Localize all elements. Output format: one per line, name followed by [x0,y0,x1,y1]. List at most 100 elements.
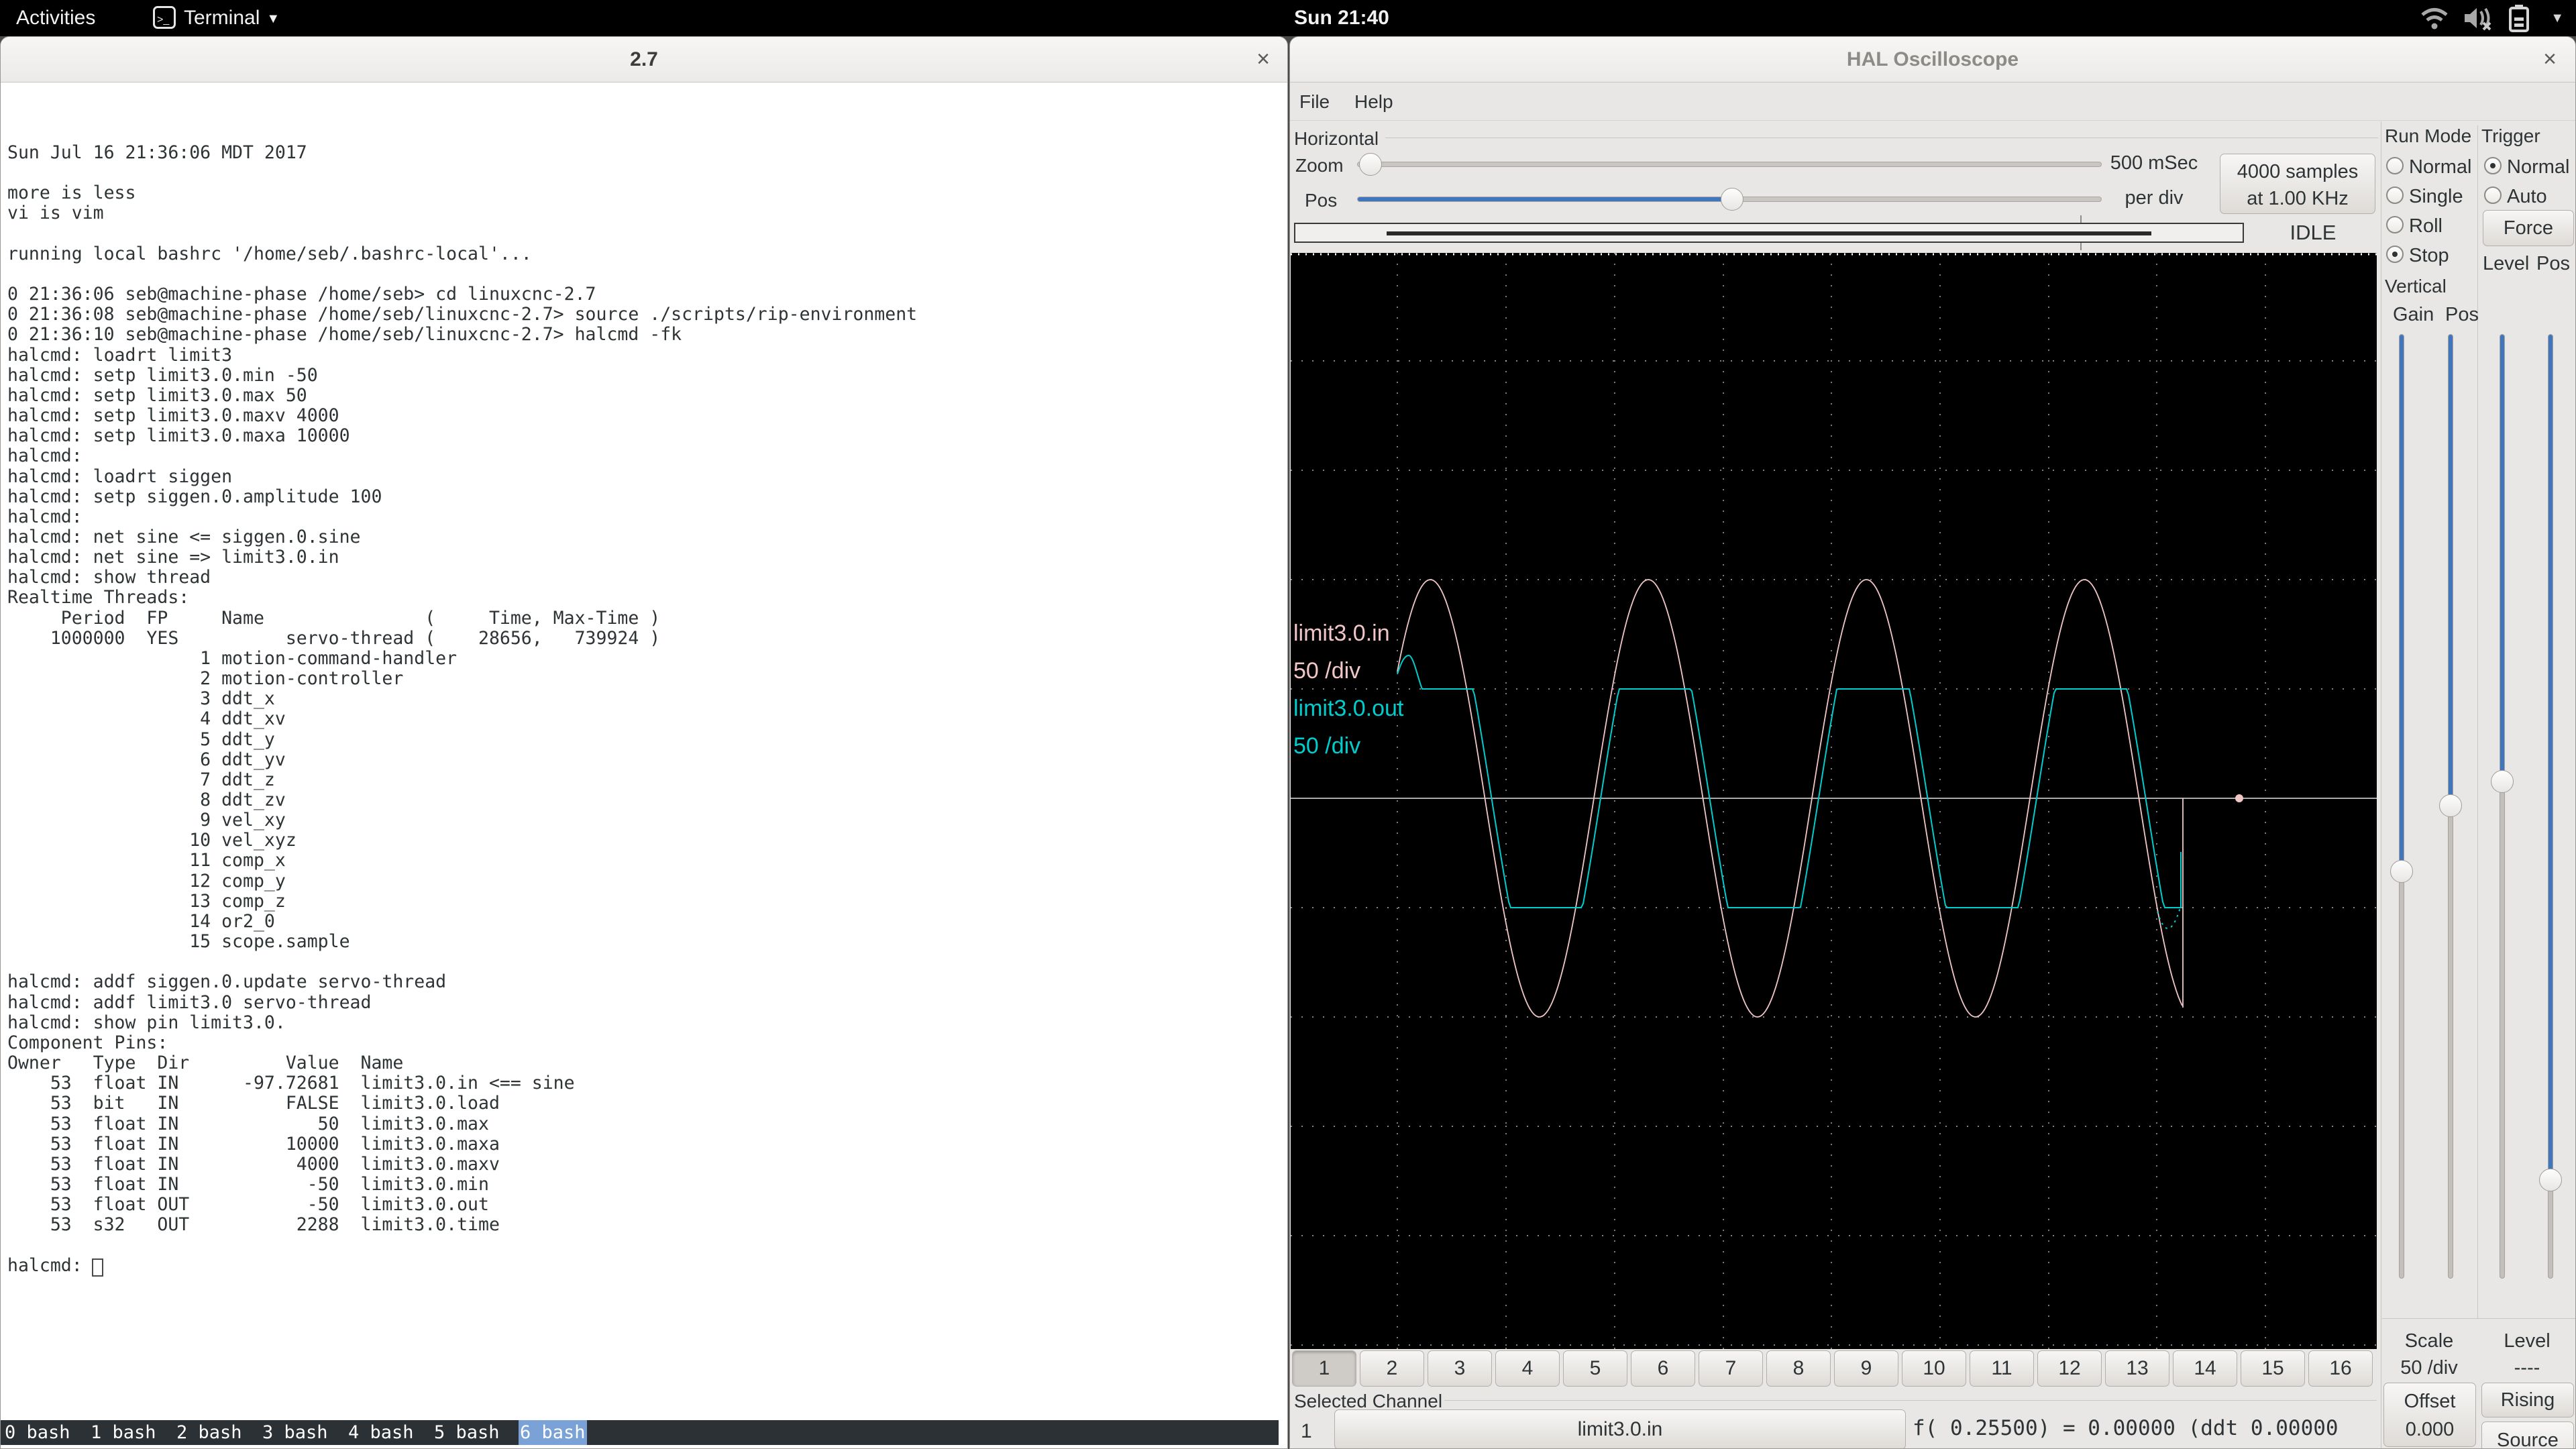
channel-button-16[interactable]: 16 [2308,1350,2373,1387]
trigger-level-slider[interactable] [2500,334,2505,1279]
runmode-label-single[interactable]: Single [2409,186,2463,208]
channel-button-10[interactable]: 10 [1902,1350,1966,1387]
gain-slider-handle[interactable] [2390,860,2413,883]
tab-6-bash-active[interactable]: 6 bash [519,1420,587,1445]
trigger-pos-slider[interactable] [2548,334,2553,1279]
channel-button-13[interactable]: 13 [2105,1350,2169,1387]
terminal-cursor [92,1258,103,1277]
channel-button-14[interactable]: 14 [2173,1350,2237,1387]
trigger-level-handle[interactable] [2491,770,2514,793]
activities-button[interactable]: Activities [16,0,95,36]
battery-icon [2509,4,2529,32]
runmode-radio-single[interactable] [2386,186,2404,204]
tab-5-bash[interactable]: 5 bash [433,1420,501,1445]
trigger-source-button[interactable]: Source None [2481,1421,2574,1449]
menu-help[interactable]: Help [1354,83,1393,121]
channel1-scale-label: 50 /div [1293,658,1360,684]
runmode-radio-stop[interactable] [2386,246,2404,263]
scope-waveform-plot [1291,253,2377,1349]
hal-menubar: File Help [1290,83,2575,121]
runmode-radio-roll[interactable] [2386,216,2404,233]
horizontal-group-label: Horizontal [1294,128,1379,150]
clock[interactable]: Sun 21:40 [1261,0,1422,36]
close-icon[interactable]: × [1256,37,1270,83]
trigger-radio-auto[interactable] [2484,186,2502,204]
channel-button-3[interactable]: 3 [1428,1350,1492,1387]
caret-down-icon: ▼ [266,1,280,37]
menu-file[interactable]: File [1299,83,1330,121]
channel-button-8[interactable]: 8 [1766,1350,1831,1387]
offset-button[interactable]: Offset 0.000 [2383,1383,2476,1447]
hal-oscilloscope-window: HAL Oscilloscope × File Help Horizontal … [1289,36,2576,1449]
trigger-group-label: Trigger [2481,125,2540,147]
trigger-label-normal[interactable]: Normal [2507,156,2569,178]
vertical-pos-slider[interactable] [2448,334,2453,1279]
scale-value: 50 /div [2383,1357,2475,1379]
channel-button-12[interactable]: 12 [2037,1350,2102,1387]
horizontal-pos-handle[interactable] [1721,188,1743,211]
scale-label: Scale [2383,1330,2475,1352]
channel-button-4[interactable]: 4 [1495,1350,1560,1387]
terminal-icon [153,6,176,29]
trigger-level-slider-label: Level [2483,253,2529,275]
channel1-name-label: limit3.0.in [1293,621,1390,647]
channel-button-1[interactable]: 1 [1292,1350,1356,1387]
horizontal-pos-slider[interactable] [1357,197,2102,202]
system-status-area[interactable]: ▼ [2420,0,2564,36]
scope-screen[interactable]: limit3.0.in 50 /div limit3.0.out 50 /div [1291,253,2377,1349]
selected-channel-name-button[interactable]: limit3.0.in [1334,1409,1906,1449]
gain-slider[interactable] [2399,334,2404,1279]
channel-button-9[interactable]: 9 [1834,1350,1898,1387]
force-button[interactable]: Force [2483,210,2574,246]
samples-button[interactable]: 4000 samples at 1.00 KHz [2220,154,2375,214]
runmode-label-normal[interactable]: Normal [2409,156,2471,178]
selected-channel-number: 1 [1301,1420,1312,1443]
terminal-app-menu-label: Terminal [184,7,260,29]
terminal-titlebar[interactable]: 2.7 × [1,37,1287,83]
tab-3-bash[interactable]: 3 bash [261,1420,329,1445]
terminal-output[interactable]: Sun Jul 16 21:36:06 MDT 2017 more is les… [7,143,917,1276]
selected-channel-line [1444,1400,2377,1401]
channel-button-6[interactable]: 6 [1631,1350,1695,1387]
tab-0-bash[interactable]: 0 bash [3,1420,72,1445]
runmode-label-roll[interactable]: Roll [2409,215,2443,237]
zoom-slider[interactable] [1357,162,2102,167]
trigger-label-auto[interactable]: Auto [2507,186,2547,208]
trigger-radio-normal[interactable] [2484,157,2502,174]
channel-button-15[interactable]: 15 [2241,1350,2305,1387]
bottom-panel-line [2382,1318,2576,1319]
trigger-level-fill [2500,335,2504,782]
tab-4-bash[interactable]: 4 bash [347,1420,415,1445]
trigger-pos-handle[interactable] [2539,1169,2562,1191]
tab-2-bash[interactable]: 2 bash [175,1420,244,1445]
channel-button-2[interactable]: 2 [1360,1350,1424,1387]
channel-button-11[interactable]: 11 [1970,1350,2034,1387]
wifi-icon [2420,6,2449,30]
zoom-slider-label: Zoom [1295,155,1344,176]
trigger-pos-slider-label: Pos [2536,253,2570,275]
trigger-level-readout-value: ---- [2481,1357,2573,1379]
channel-button-5[interactable]: 5 [1563,1350,1627,1387]
runmode-label-stop[interactable]: Stop [2409,245,2449,267]
tab-1-bash[interactable]: 1 bash [89,1420,158,1445]
runmode-radio-normal[interactable] [2386,157,2404,174]
terminal-app-menu[interactable]: Terminal ▼ [153,0,280,36]
per-div-label: per div [2087,187,2221,209]
channel2-scale-label: 50 /div [1293,733,1360,759]
channel2-name-label: limit3.0.out [1293,696,1403,722]
gain-slider-label: Gain [2393,304,2434,326]
vertical-pos-fill [2449,335,2453,806]
zoom-slider-handle[interactable] [1359,153,1382,176]
hal-titlebar[interactable]: HAL Oscilloscope × [1290,37,2575,83]
vertical-pos-handle[interactable] [2439,794,2462,817]
offset-value: 0.000 [2384,1415,2475,1444]
vertical-group-label: Vertical [2385,276,2447,297]
run-mode-group-label: Run Mode [2385,125,2471,147]
offset-label: Offset [2384,1387,2475,1415]
per-div-value: 500 mSec [2087,152,2221,174]
rising-button[interactable]: Rising [2481,1383,2574,1417]
channel-button-7[interactable]: 7 [1699,1350,1763,1387]
caret-down-icon: ▼ [2551,11,2564,26]
close-icon[interactable]: × [2543,37,2557,83]
terminal-window: 2.7 × Sun Jul 16 21:36:06 MDT 2017 more … [0,36,1288,1449]
